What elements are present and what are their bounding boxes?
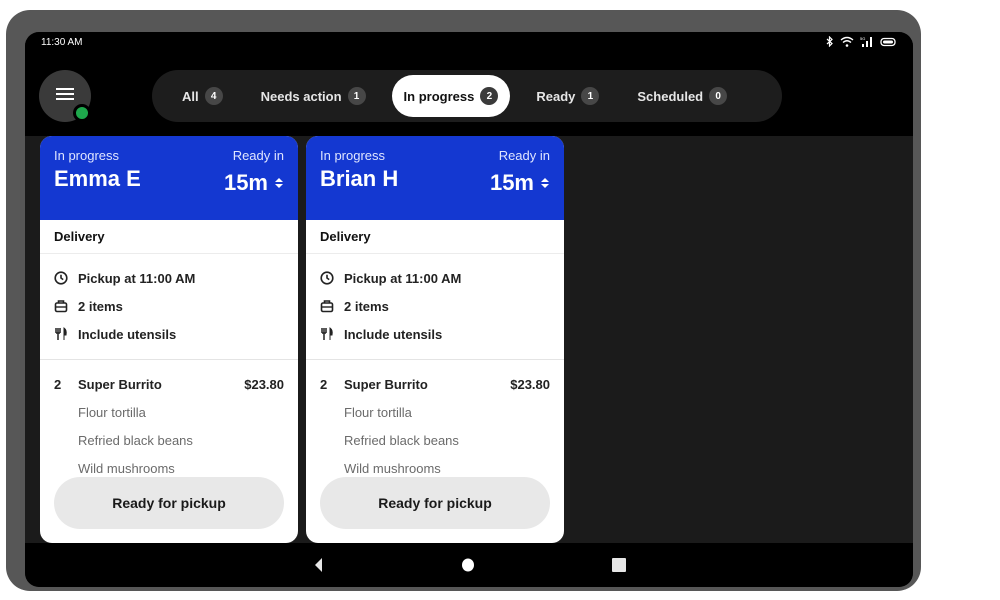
item-name: Super Burrito [344,376,428,392]
ready-for-pickup-button[interactable]: Ready for pickup [54,477,284,529]
bag-icon [320,299,334,313]
order-details: Pickup at 11:00 AM 2 items Include utens… [306,254,564,360]
count-badge: 2 [480,87,499,105]
order-type: Delivery [40,220,298,254]
count-badge: 1 [581,87,600,105]
tab-label: Scheduled [637,88,704,104]
tab-label: Needs action [260,88,342,104]
order-card[interactable]: In progress Ready in Brian H 15m Deliver… [306,136,564,543]
order-card-header: In progress Ready in Emma E 15m [40,136,298,220]
ready-for-pickup-button[interactable]: Ready for pickup [320,477,550,529]
order-details: Pickup at 11:00 AM 2 items Include utens… [40,254,298,360]
tab-label: In progress [403,88,475,104]
item-price: $23.80 [510,376,550,392]
clock-icon [320,271,334,285]
top-bar: 11:30 AM 5G All 4 Needs action 1 In prog… [25,32,913,136]
eta-value: 15m [489,170,534,195]
order-type: Delivery [306,220,564,254]
item-modifier: Flour tortilla [344,404,412,420]
ready-in-label: Ready in [232,148,284,163]
bluetooth-icon [826,36,834,47]
tab-ready[interactable]: Ready 1 [524,75,611,117]
clock-icon [54,271,68,285]
tablet-frame: 11:30 AM 5G All 4 Needs action 1 In prog… [6,10,921,591]
ready-in-label: Ready in [498,148,550,163]
tab-scheduled[interactable]: Scheduled 0 [625,75,739,117]
up-down-chevron-icon [540,176,550,190]
order-items: 2 Super Burrito $23.80 Flour tortilla Re… [306,360,564,482]
utensils-row: Include utensils [320,320,550,348]
item-modifier: Flour tortilla [78,404,146,420]
back-icon[interactable] [313,557,323,578]
count-badge: 4 [204,87,223,105]
order-item: 2 Super Burrito $23.80 [320,370,550,398]
tab-label: Ready [536,88,576,104]
pickup-time: Pickup at 11:00 AM [344,270,462,286]
online-status-indicator [73,104,91,122]
signal-icon: 5G [860,36,874,47]
item-quantity: 2 [320,376,328,392]
bag-icon [54,299,68,313]
battery-icon [880,37,897,47]
utensils-note: Include utensils [344,326,443,342]
utensils-icon [54,327,68,341]
item-quantity: 2 [54,376,62,392]
order-card[interactable]: In progress Ready in Emma E 15m Delivery… [40,136,298,543]
tab-in-progress[interactable]: In progress 2 [391,75,511,117]
system-nav-bar [25,543,913,587]
order-filter-tabs: All 4 Needs action 1 In progress 2 Ready… [152,70,782,122]
count-badge: 0 [709,87,728,105]
status-icons: 5G [826,36,897,47]
item-modifier: Refried black beans [78,432,193,448]
utensils-icon [320,327,334,341]
tab-all[interactable]: All 4 [170,75,235,117]
item-count-row: 2 items [320,292,550,320]
item-count: 2 items [78,298,123,314]
tab-needs-action[interactable]: Needs action 1 [249,75,378,117]
order-card-header: In progress Ready in Brian H 15m [306,136,564,220]
eta-adjuster[interactable]: 15m [490,170,550,196]
pickup-time-row: Pickup at 11:00 AM [54,264,284,292]
up-down-chevron-icon [274,176,284,190]
svg-text:5G: 5G [860,36,865,41]
pickup-time: Pickup at 11:00 AM [78,270,196,286]
utensils-note: Include utensils [78,326,177,342]
wifi-icon [840,36,854,47]
item-price: $23.80 [244,376,284,392]
item-count-row: 2 items [54,292,284,320]
count-badge: 1 [347,87,366,105]
eta-value: 15m [223,170,268,195]
home-icon[interactable] [461,557,475,578]
pickup-time-row: Pickup at 11:00 AM [320,264,550,292]
tab-label: All [182,88,199,104]
order-items: 2 Super Burrito $23.80 Flour tortilla Re… [40,360,298,482]
recents-icon[interactable] [612,557,626,578]
status-time: 11:30 AM [41,37,83,48]
item-name: Super Burrito [78,376,162,392]
utensils-row: Include utensils [54,320,284,348]
item-modifier: Refried black beans [344,432,459,448]
eta-adjuster[interactable]: 15m [224,170,284,196]
screen: 11:30 AM 5G All 4 Needs action 1 In prog… [25,32,913,587]
item-count: 2 items [344,298,389,314]
hamburger-menu-icon [56,87,74,106]
order-item: 2 Super Burrito $23.80 [54,370,284,398]
